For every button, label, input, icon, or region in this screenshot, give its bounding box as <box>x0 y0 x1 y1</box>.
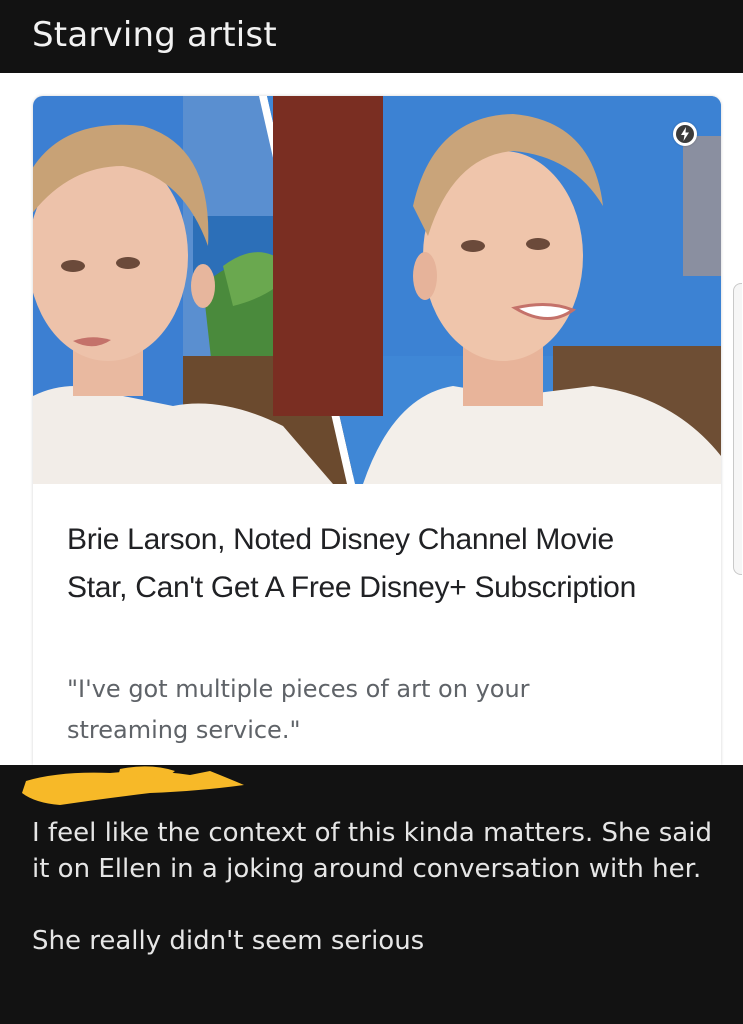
side-scroll-handle[interactable] <box>733 283 742 575</box>
post-title-bar: Starving artist <box>0 0 743 73</box>
article-snippet: "I've got multiple pieces of art on your… <box>67 675 530 744</box>
comment-paragraph: She really didn't seem serious <box>32 926 425 956</box>
username-redaction-scribble <box>22 766 244 805</box>
two-photo-collage <box>33 96 721 484</box>
lightning-bolt-icon <box>673 122 697 146</box>
search-result-card[interactable]: Brie Larson, Noted Disney Channel Movie … <box>33 96 721 765</box>
article-headline[interactable]: Brie Larson, Noted Disney Channel Movie … <box>67 516 677 612</box>
comment-paragraph: I feel like the context of this kinda ma… <box>32 818 712 884</box>
post-title: Starving artist <box>32 15 277 55</box>
article-image <box>33 96 721 484</box>
comment-panel: I feel like the context of this kinda ma… <box>0 765 743 1024</box>
comment-body: I feel like the context of this kinda ma… <box>32 815 722 959</box>
